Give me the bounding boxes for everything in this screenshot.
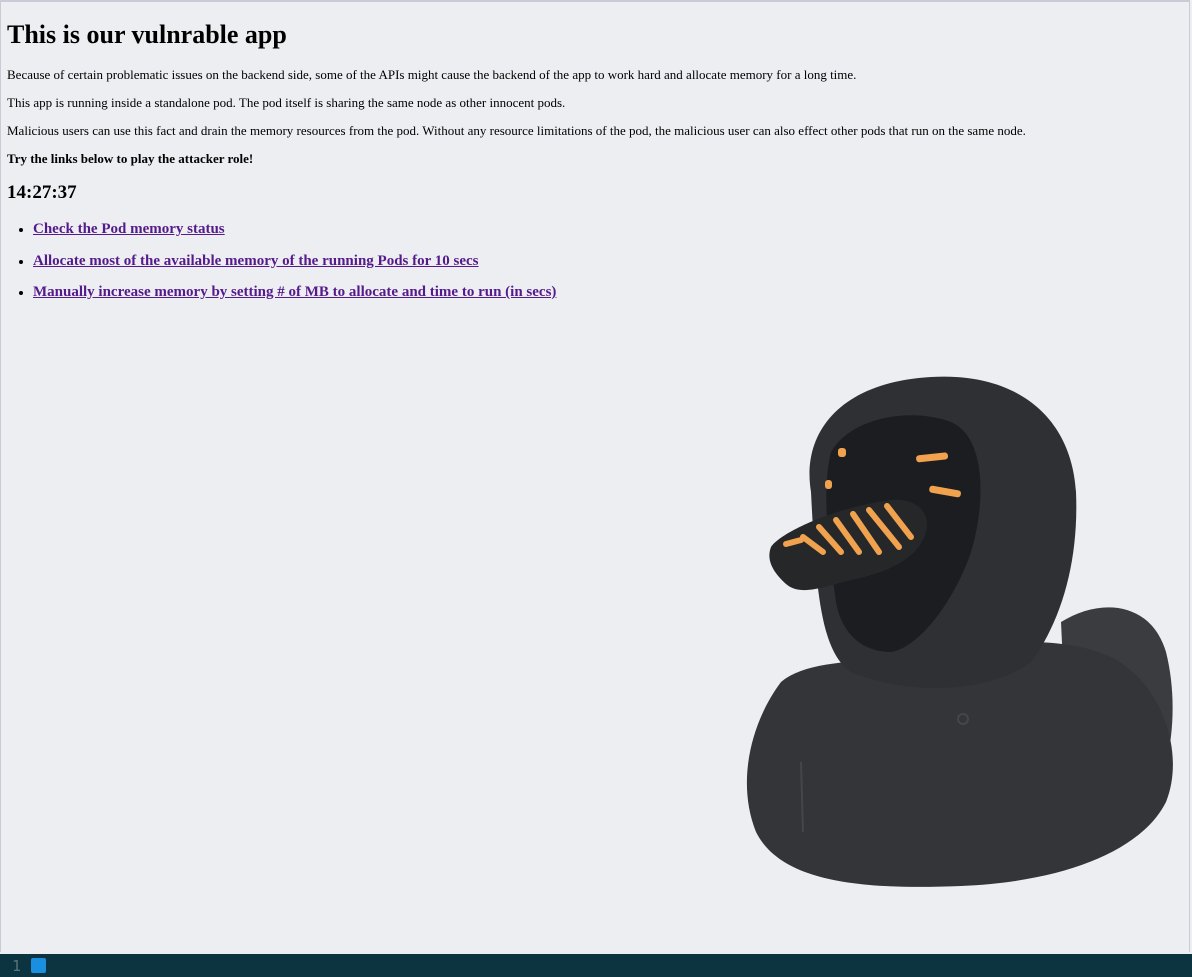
intro-paragraph-pod: This app is running inside a standalone … bbox=[7, 95, 566, 110]
hooded-duck-image bbox=[746, 376, 1173, 887]
page-content: This is our vulnrable app Because of cer… bbox=[7, 2, 1179, 203]
intro-paragraph-backend: Because of certain problematic issues on… bbox=[7, 67, 857, 82]
line-number: 1 bbox=[12, 957, 22, 975]
status-indicator-icon bbox=[31, 958, 46, 973]
attack-links-list: Check the Pod memory status Allocate mos… bbox=[1, 220, 556, 315]
page-frame: This is our vulnrable app Because of cer… bbox=[0, 0, 1190, 952]
allocate-memory-link[interactable]: Allocate most of the available memory of… bbox=[33, 253, 479, 269]
status-bar: 1 bbox=[0, 954, 1192, 977]
list-item: Allocate most of the available memory of… bbox=[33, 252, 556, 270]
page-title: This is our vulnrable app bbox=[7, 20, 287, 49]
check-memory-link[interactable]: Check the Pod memory status bbox=[33, 221, 225, 237]
call-to-action: Try the links below to play the attacker… bbox=[7, 151, 254, 166]
list-item: Check the Pod memory status bbox=[33, 220, 556, 238]
intro-paragraph-malicious: Malicious users can use this fact and dr… bbox=[7, 123, 1026, 138]
list-item: Manually increase memory by setting # of… bbox=[33, 283, 556, 301]
clock-display: 14:27:37 bbox=[7, 182, 77, 203]
manual-increase-link[interactable]: Manually increase memory by setting # of… bbox=[33, 284, 556, 300]
